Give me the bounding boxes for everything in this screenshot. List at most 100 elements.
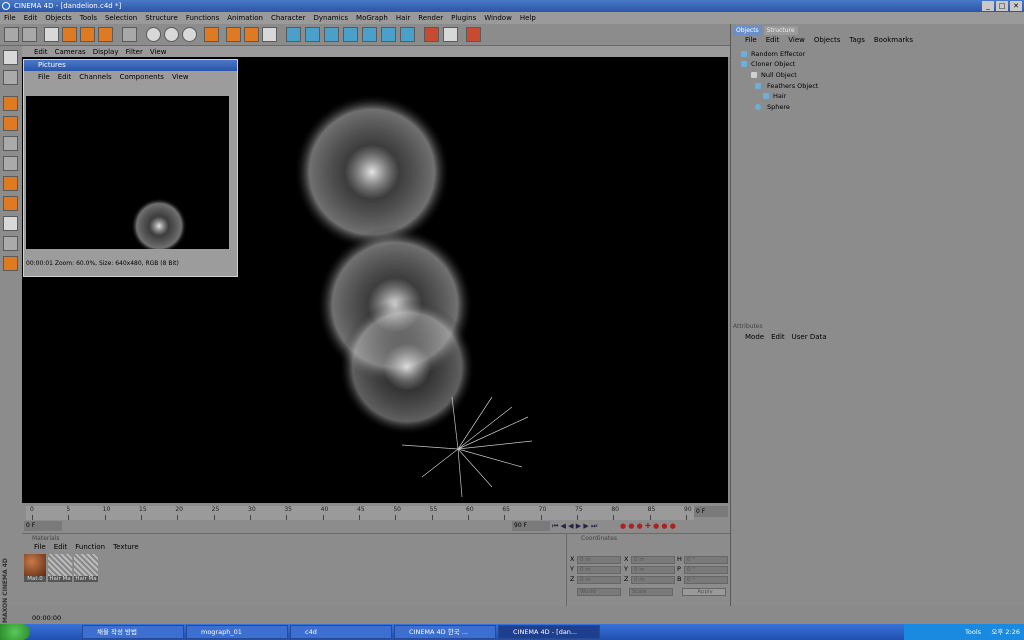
menu-dynamics[interactable]: Dynamics <box>314 14 349 22</box>
attr-menu-user-data[interactable]: User Data <box>792 333 827 341</box>
attr-menu-edit[interactable]: Edit <box>771 333 785 341</box>
camera-button[interactable] <box>400 27 415 42</box>
tray-tools-label[interactable]: Tools <box>965 628 981 636</box>
live-selection-button[interactable] <box>44 27 59 42</box>
scale-tool-button[interactable] <box>80 27 95 42</box>
use-model-tool-button[interactable] <box>3 50 18 65</box>
edges-tool-button[interactable] <box>3 156 18 171</box>
points-tool-button[interactable] <box>3 136 18 151</box>
workplane-button[interactable] <box>3 236 18 251</box>
z-axis-lock-button[interactable] <box>182 27 197 42</box>
object-row-hair[interactable]: Hair <box>735 91 1024 101</box>
animation-tool-button[interactable] <box>3 196 18 211</box>
size-z-field[interactable]: 0 m <box>631 576 675 584</box>
menu-mograph[interactable]: MoGraph <box>356 14 388 22</box>
task-button-5[interactable]: CINEMA 4D - [dan... <box>498 625 600 639</box>
om-menu-edit[interactable]: Edit <box>766 36 780 44</box>
mat-menu-texture[interactable]: Texture <box>113 543 139 551</box>
use-object-tool-button[interactable] <box>3 70 18 85</box>
tweak-tool-button[interactable] <box>3 216 18 231</box>
rotation-p-field[interactable]: 0 ° <box>684 566 728 574</box>
om-menu-view[interactable]: View <box>788 36 805 44</box>
select-tool-button[interactable] <box>122 27 137 42</box>
tab-structure[interactable]: Structure <box>763 26 798 35</box>
mat-menu-file[interactable]: File <box>34 543 46 551</box>
object-row-cloner[interactable]: Cloner Object <box>735 59 1024 69</box>
menu-structure[interactable]: Structure <box>145 14 178 22</box>
attr-menu-mode[interactable]: Mode <box>745 333 764 341</box>
x-axis-lock-button[interactable] <box>146 27 161 42</box>
rotation-b-field[interactable]: 0 ° <box>684 576 728 584</box>
viewport-menu-filter[interactable]: Filter <box>126 48 143 56</box>
render-view-button[interactable] <box>226 27 241 42</box>
redo-button[interactable] <box>22 27 37 42</box>
cube-primitive-button[interactable] <box>286 27 301 42</box>
menu-selection[interactable]: Selection <box>105 14 137 22</box>
menu-tools[interactable]: Tools <box>80 14 97 22</box>
move-tool-button[interactable] <box>62 27 77 42</box>
size-y-field[interactable]: 0 m <box>631 566 675 574</box>
menu-file[interactable]: File <box>4 14 16 22</box>
array-button[interactable] <box>343 27 358 42</box>
tab-objects[interactable]: Objects <box>733 26 762 35</box>
hair-render-button[interactable] <box>443 27 458 42</box>
menu-hair[interactable]: Hair <box>396 14 410 22</box>
position-z-field[interactable]: 0 m <box>577 576 621 584</box>
size-x-field[interactable]: 0 m <box>631 556 675 564</box>
max-frame-field[interactable]: 90 F <box>512 521 550 531</box>
current-frame-field[interactable]: 0 F <box>694 506 728 517</box>
menu-character[interactable]: Character <box>271 14 306 22</box>
om-menu-bookmarks[interactable]: Bookmarks <box>874 36 913 44</box>
rotate-tool-button[interactable] <box>98 27 113 42</box>
menu-edit[interactable]: Edit <box>24 14 38 22</box>
task-button-3[interactable]: c4d <box>290 625 392 639</box>
menu-window[interactable]: Window <box>484 14 512 22</box>
viewport-menu-cameras[interactable]: Cameras <box>55 48 86 56</box>
pv-menu-view[interactable]: View <box>172 73 189 81</box>
menu-render[interactable]: Render <box>418 14 443 22</box>
playback-controls[interactable]: ⏮ ◀ ◀ ▶ ▶ ⏭ <box>552 521 618 531</box>
task-button-4[interactable]: CINEMA 4D 한국 ... <box>394 625 496 639</box>
object-row-random-effector[interactable]: Random Effector <box>735 49 1024 59</box>
material-swatch-mat0[interactable]: Mat.0 <box>24 554 46 584</box>
start-button[interactable] <box>0 624 30 640</box>
picture-viewer-window[interactable]: Pictures File Edit Channels Components V… <box>23 59 238 277</box>
object-row-feathers[interactable]: Feathers Object <box>735 81 1024 91</box>
viewport-menu-display[interactable]: Display <box>93 48 119 56</box>
menu-animation[interactable]: Animation <box>227 14 263 22</box>
spline-button[interactable] <box>305 27 320 42</box>
menu-help[interactable]: Help <box>520 14 536 22</box>
start-frame-field[interactable]: 0 F <box>24 521 62 531</box>
timeline[interactable]: 0 5 10 15 20 25 30 35 40 45 50 55 60 65 70 75 80 85 90 0 F… <box>22 503 730 533</box>
material-swatch-hair-2[interactable]: Hair Ma <box>74 554 98 584</box>
close-button[interactable]: ✕ <box>1010 1 1022 11</box>
rotation-h-field[interactable]: 0 ° <box>684 556 728 564</box>
task-button-1[interactable]: 채울 작성 방법 <box>82 625 184 639</box>
use-axis-tool-button[interactable] <box>3 116 18 131</box>
task-button-2[interactable]: mograph_01 <box>186 625 288 639</box>
mat-menu-edit[interactable]: Edit <box>54 543 68 551</box>
y-axis-lock-button[interactable] <box>164 27 179 42</box>
hair-edit-button[interactable] <box>466 27 481 42</box>
pv-menu-edit[interactable]: Edit <box>58 73 72 81</box>
environment-button[interactable] <box>381 27 396 42</box>
pv-menu-channels[interactable]: Channels <box>79 73 111 81</box>
undo-button[interactable] <box>4 27 19 42</box>
viewport-menu-edit[interactable]: Edit <box>34 48 48 56</box>
pv-menu-file[interactable]: File <box>38 73 50 81</box>
size-mode-dropdown[interactable]: Scale <box>629 588 673 596</box>
apply-button[interactable]: Apply <box>682 588 726 596</box>
snap-tool-button[interactable] <box>3 256 18 271</box>
hair-tool-button[interactable] <box>424 27 439 42</box>
coordinate-space-dropdown[interactable]: World <box>577 588 621 596</box>
menu-objects[interactable]: Objects <box>45 14 71 22</box>
use-texture-tool-button[interactable] <box>3 96 18 111</box>
mat-menu-function[interactable]: Function <box>75 543 105 551</box>
om-menu-tags[interactable]: Tags <box>849 36 865 44</box>
deformer-button[interactable] <box>362 27 377 42</box>
position-y-field[interactable]: 0 m <box>577 566 621 574</box>
menu-plugins[interactable]: Plugins <box>451 14 476 22</box>
polygons-tool-button[interactable] <box>3 176 18 191</box>
material-swatch-hair-1[interactable]: Hair Ma <box>48 554 72 584</box>
record-key-controls[interactable]: ● ● ● ✚ ● ● ● <box>620 521 728 531</box>
